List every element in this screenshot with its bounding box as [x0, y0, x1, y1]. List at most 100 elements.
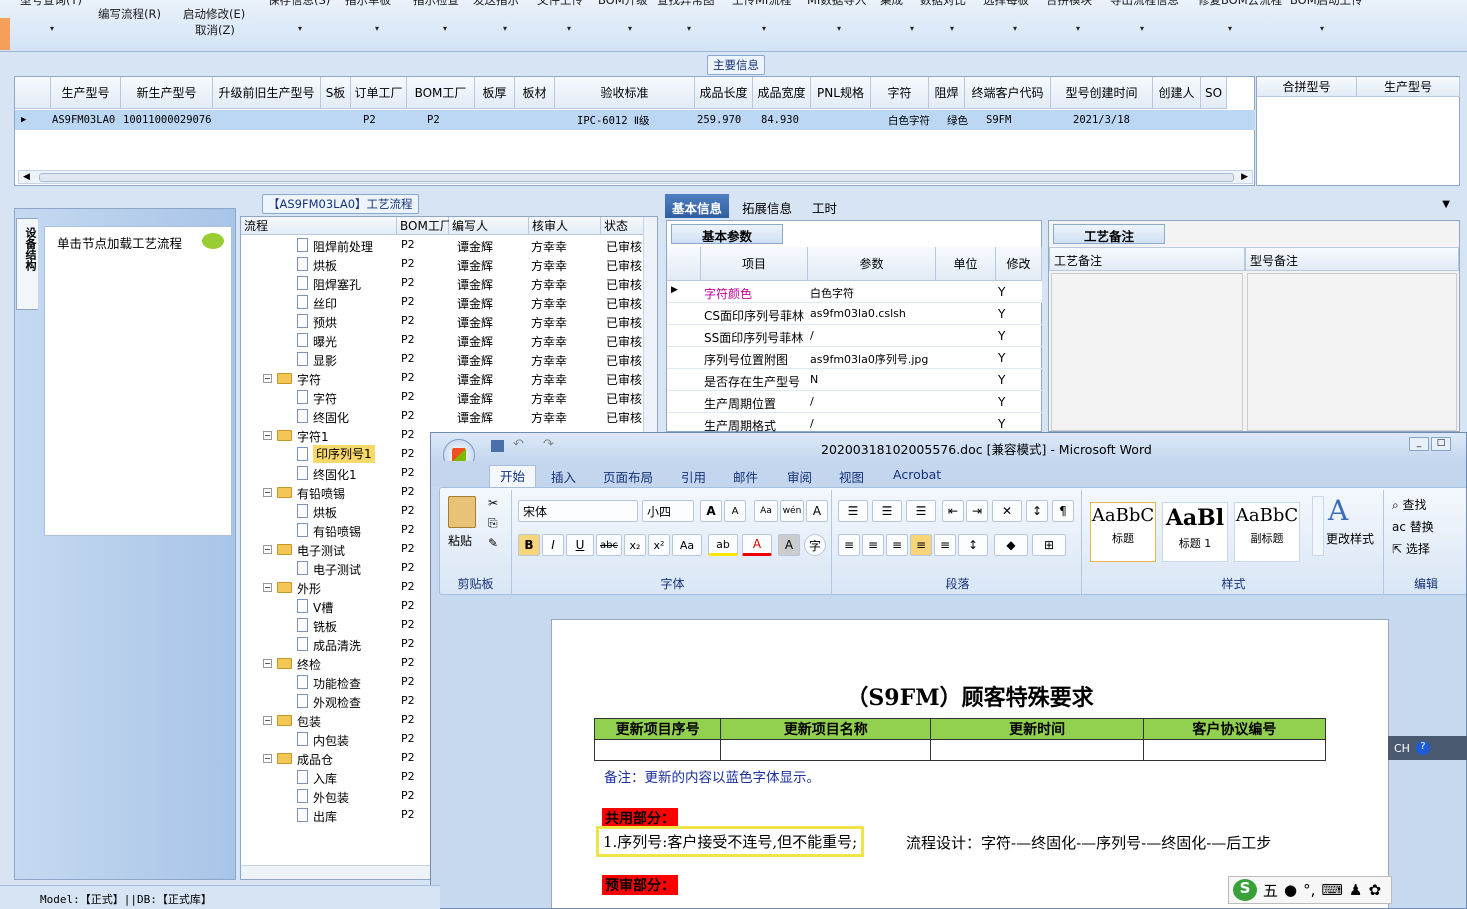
find-button[interactable]: ⌕ 查找 — [1392, 496, 1427, 513]
tree-node[interactable]: 预烘 P2 谭金辉 方幸幸 已审核 — [241, 312, 642, 331]
toolbar-button[interactable]: BOM升级 — [598, 0, 648, 8]
toolbar-button[interactable]: 选择每板 — [983, 0, 1029, 8]
col-header[interactable]: 阻焊 — [929, 77, 965, 109]
change-case-icon[interactable]: Aa — [672, 534, 702, 556]
row-header-corner[interactable] — [15, 77, 51, 109]
horizontal-scrollbar[interactable]: ◀ ▶ — [18, 170, 1253, 184]
tree-node[interactable]: 字符 P2 谭金辉 方幸幸 已审核 — [241, 388, 642, 407]
param-row[interactable]: CS面印序列号菲林 as9fm03la0.cslsh Y — [667, 303, 1042, 325]
chevron-down-icon[interactable]: ▾ — [443, 24, 447, 33]
table-cell[interactable] — [930, 739, 1144, 761]
undo-icon[interactable]: ↶ — [513, 437, 524, 452]
ime-toolbar[interactable]: S 五 ● °, ⌨ ♟ ✿ — [1228, 876, 1392, 904]
tree-node[interactable]: 曝光 P2 谭金辉 方幸幸 已审核 — [241, 331, 642, 350]
chevron-down-icon[interactable]: ▾ — [50, 24, 54, 33]
superscript-icon[interactable]: x² — [648, 534, 670, 556]
tree-node[interactable]: 终固化 P2 谭金辉 方幸幸 已审核 — [241, 407, 642, 426]
style-tile[interactable]: AaBbC 标题 — [1090, 502, 1156, 562]
col-header[interactable]: 修改 — [996, 247, 1042, 281]
toolbar-button[interactable]: 查找异常图 — [657, 0, 715, 8]
styles-scroll[interactable] — [1312, 496, 1324, 556]
model-remark-textbox[interactable] — [1247, 273, 1457, 431]
user-icon[interactable]: ♟ — [1349, 881, 1362, 899]
tree-node[interactable]: 阻焊前处理 P2 谭金辉 方幸幸 已审核 — [241, 236, 642, 255]
col-header[interactable]: 新生产型号 — [121, 77, 213, 109]
toolbar-button[interactable]: 保存信息(S) — [268, 0, 330, 8]
tree-col-header[interactable]: 流程 — [241, 217, 397, 235]
col-header[interactable]: 终端客户代码 — [965, 77, 1051, 109]
language-bar[interactable]: CH ? — [1388, 736, 1467, 760]
char-shading-icon[interactable]: A — [778, 534, 800, 556]
align-center-icon[interactable]: ≡ — [862, 534, 884, 556]
ribbon-tab[interactable]: 开始 — [489, 465, 537, 488]
collapse-icon[interactable]: − — [263, 374, 272, 383]
col-header[interactable]: 成品宽度 — [753, 77, 811, 109]
ribbon-tab[interactable]: 视图 — [839, 467, 864, 486]
replace-button[interactable]: ac 替换 — [1392, 518, 1434, 535]
col-header[interactable]: BOM工厂 — [407, 77, 475, 109]
col-header[interactable]: 单位 — [936, 247, 996, 281]
document-page[interactable]: （S9FM）顾客特殊要求 更新项目序号 更新项目名称 更新时间 客户协议编号 备… — [551, 619, 1389, 908]
enclosed-char-icon[interactable]: 字 — [804, 534, 826, 556]
toolbar-button[interactable]: 上传MI流程 — [732, 0, 791, 8]
chevron-down-icon[interactable]: ▾ — [628, 24, 632, 33]
tree-node[interactable]: 显影 P2 谭金辉 方幸幸 已审核 — [241, 350, 642, 369]
merge-col-header[interactable]: 生产型号 — [1357, 77, 1460, 97]
distributed-icon[interactable]: ≡ — [934, 534, 956, 556]
chevron-down-icon[interactable]: ▼ — [1442, 199, 1450, 210]
multilevel-list-icon[interactable]: ☰ — [906, 500, 936, 522]
ime-mode[interactable]: 五 — [1263, 880, 1278, 901]
ribbon-tab[interactable]: Acrobat — [893, 467, 941, 482]
start-edit-button[interactable]: 启动修改(E) — [183, 6, 245, 22]
toolbar-button[interactable]: 型号查询(Y) — [20, 0, 82, 8]
style-tile[interactable]: AaBbC 副标题 — [1234, 502, 1300, 562]
chevron-down-icon[interactable]: ▾ — [375, 24, 379, 33]
col-header[interactable]: 订单工厂 — [351, 77, 407, 109]
ribbon-tab[interactable]: 页面布局 — [603, 467, 653, 486]
keyboard-icon[interactable]: ⌨ — [1321, 881, 1343, 899]
col-header[interactable]: 板材 — [515, 77, 555, 109]
shading-icon[interactable]: ◆ — [994, 534, 1028, 556]
bold-icon[interactable]: B — [518, 534, 540, 556]
toolbar-button[interactable]: 数据对比 — [920, 0, 966, 8]
collapse-icon[interactable]: − — [263, 716, 272, 725]
collapse-icon[interactable]: − — [263, 754, 272, 763]
paste-label[interactable]: 粘贴 — [448, 532, 472, 549]
chevron-down-icon[interactable]: ▾ — [1320, 24, 1324, 33]
change-styles-label[interactable]: 更改样式 — [1326, 530, 1374, 547]
tree-col-header[interactable]: 状态 — [601, 217, 645, 235]
chevron-down-icon[interactable]: ▾ — [1140, 24, 1144, 33]
toolbar-button[interactable]: 发送指示 — [473, 0, 519, 8]
chevron-down-icon[interactable]: ▾ — [1013, 24, 1017, 33]
toolbar-button[interactable]: 合拼模块 — [1046, 0, 1092, 8]
line-spacing-icon[interactable]: ↕ — [958, 534, 988, 556]
param-row[interactable]: 生产周期位置 / Y — [667, 391, 1042, 413]
collapse-icon[interactable]: − — [263, 583, 272, 592]
select-button[interactable]: ⇱ 选择 — [1392, 540, 1430, 557]
chevron-down-icon[interactable]: ▾ — [950, 24, 954, 33]
collapse-icon[interactable]: − — [263, 431, 272, 440]
chevron-down-icon[interactable]: ▾ — [1076, 24, 1080, 33]
process-remark-textbox[interactable] — [1051, 273, 1243, 431]
toolbar-button[interactable]: BOM启动上传 — [1290, 0, 1363, 8]
change-styles-icon[interactable]: A — [1328, 494, 1348, 527]
ribbon-tab[interactable]: 邮件 — [733, 467, 758, 486]
bullets-icon[interactable]: ☰ — [838, 500, 868, 522]
collapse-icon[interactable]: − — [263, 545, 272, 554]
table-row[interactable]: ▶ AS9FM03LA0 10011000029076 P2 P2 IPC-60… — [15, 110, 1255, 130]
underline-icon[interactable]: U — [566, 534, 594, 556]
scroll-left-icon[interactable]: ◀ — [23, 172, 30, 182]
italic-icon[interactable]: I — [542, 534, 564, 556]
borders-icon[interactable]: ⊞ — [1032, 534, 1066, 556]
subscript-icon[interactable]: x₂ — [624, 534, 646, 556]
chevron-down-icon[interactable]: ▾ — [503, 24, 507, 33]
font-name-select[interactable]: 宋体 — [518, 500, 638, 522]
decrease-indent-icon[interactable]: ⇤ — [942, 500, 964, 522]
param-row[interactable]: ▶ 字符颜色 白色字符 Y — [667, 281, 1042, 303]
fullwidth-icon[interactable]: ● — [1284, 881, 1297, 899]
show-marks-icon[interactable]: ¶ — [1052, 500, 1074, 522]
col-header[interactable]: PNL规格 — [811, 77, 871, 109]
param-row[interactable]: 是否存在生产型号 N Y — [667, 369, 1042, 391]
numbering-icon[interactable]: ☰ — [872, 500, 902, 522]
chevron-down-icon[interactable]: ▾ — [298, 24, 302, 33]
